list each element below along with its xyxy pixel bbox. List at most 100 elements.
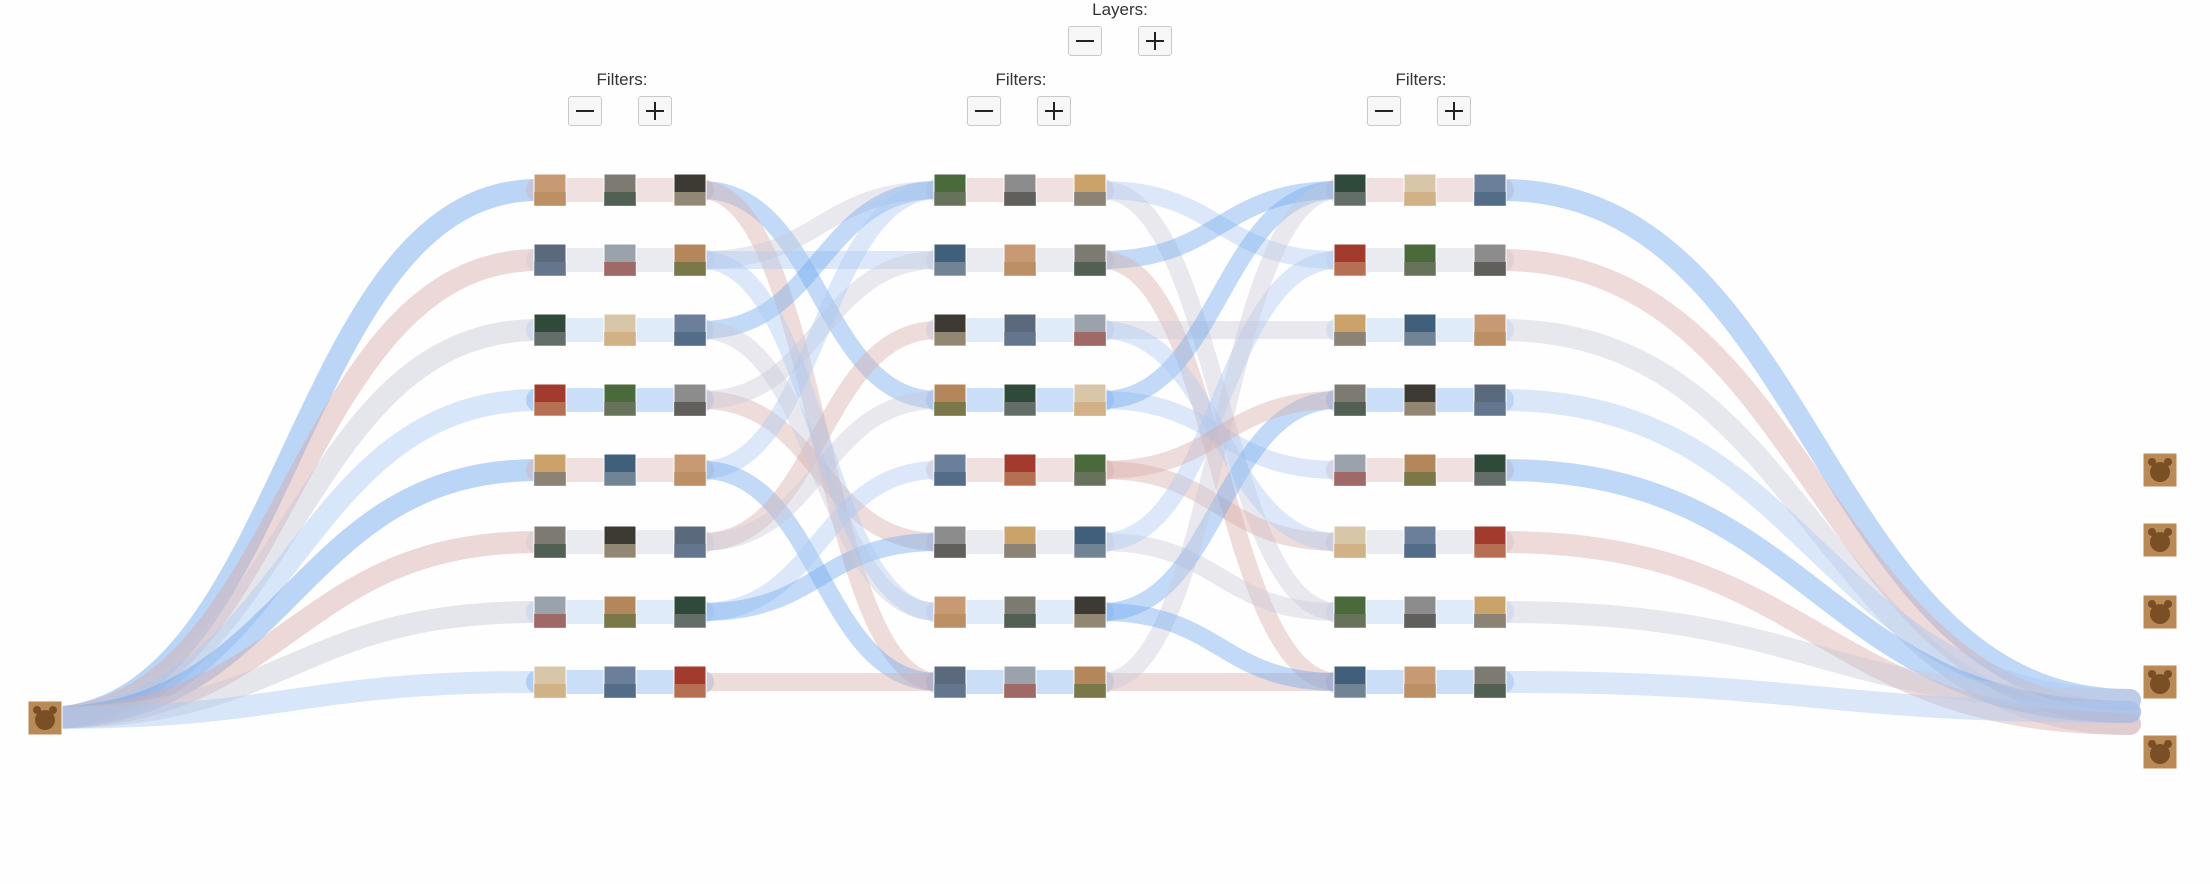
cnn-flow-visualization: Layers: Filters: Filters: Filters:: [0, 0, 2210, 884]
filter-thumbnail[interactable]: [1473, 525, 1507, 559]
filter-thumbnail[interactable]: [673, 243, 707, 277]
filter-thumbnail[interactable]: [933, 665, 967, 699]
filter-thumbnail[interactable]: [1333, 313, 1367, 347]
layers-add-button[interactable]: [1138, 26, 1172, 56]
layers-remove-button[interactable]: [1068, 26, 1102, 56]
filters-add-button[interactable]: [638, 96, 672, 126]
filter-thumbnail[interactable]: [533, 525, 567, 559]
filter-thumbnail[interactable]: [1003, 665, 1037, 699]
filter-thumbnail[interactable]: [533, 243, 567, 277]
filter-thumbnail[interactable]: [1333, 383, 1367, 417]
filter-thumbnail[interactable]: [603, 313, 637, 347]
filter-thumbnail[interactable]: [603, 243, 637, 277]
filter-thumbnail[interactable]: [1403, 313, 1437, 347]
filter-thumbnail[interactable]: [1073, 453, 1107, 487]
filters-remove-button[interactable]: [568, 96, 602, 126]
filter-thumbnail[interactable]: [933, 243, 967, 277]
filter-thumbnail[interactable]: [1403, 243, 1437, 277]
filters-control-layer-1: Filters:: [562, 70, 682, 130]
filter-thumbnail[interactable]: [533, 313, 567, 347]
filter-thumbnail[interactable]: [673, 173, 707, 207]
layers-control: Layers:: [1060, 0, 1180, 60]
filter-thumbnail[interactable]: [1403, 173, 1437, 207]
filter-thumbnail[interactable]: [1473, 383, 1507, 417]
filter-thumbnail[interactable]: [1473, 313, 1507, 347]
filter-thumbnail[interactable]: [673, 595, 707, 629]
filter-thumbnail[interactable]: [1473, 453, 1507, 487]
filter-thumbnail[interactable]: [1473, 243, 1507, 277]
filter-thumbnail[interactable]: [1003, 383, 1037, 417]
filter-thumbnail[interactable]: [1473, 595, 1507, 629]
filter-thumbnail[interactable]: [673, 313, 707, 347]
filter-thumbnail[interactable]: [533, 665, 567, 699]
filter-thumbnail[interactable]: [933, 525, 967, 559]
filter-thumbnail[interactable]: [1473, 665, 1507, 699]
filter-thumbnail[interactable]: [1073, 525, 1107, 559]
filter-thumbnail[interactable]: [1473, 173, 1507, 207]
filters-remove-button[interactable]: [1367, 96, 1401, 126]
filter-thumbnail[interactable]: [1403, 383, 1437, 417]
filter-thumbnail[interactable]: [1073, 243, 1107, 277]
filter-thumbnail[interactable]: [933, 173, 967, 207]
filter-thumbnail[interactable]: [603, 525, 637, 559]
filter-thumbnail[interactable]: [1073, 173, 1107, 207]
filter-thumbnail[interactable]: [1073, 595, 1107, 629]
filters-control-layer-2: Filters:: [961, 70, 1081, 130]
filter-thumbnail[interactable]: [533, 173, 567, 207]
filter-thumbnail[interactable]: [533, 453, 567, 487]
filter-thumbnail[interactable]: [1003, 595, 1037, 629]
filter-thumbnail[interactable]: [533, 383, 567, 417]
output-image: [2142, 664, 2178, 700]
filters-add-button[interactable]: [1037, 96, 1071, 126]
filter-thumbnail[interactable]: [1333, 595, 1367, 629]
thumbnails: [27, 173, 2178, 770]
minus-icon: [576, 110, 594, 112]
filters-label: Filters:: [1395, 70, 1447, 89]
filters-add-button[interactable]: [1437, 96, 1471, 126]
filter-thumbnail[interactable]: [1073, 665, 1107, 699]
filter-thumbnail[interactable]: [1333, 173, 1367, 207]
filter-thumbnail[interactable]: [673, 665, 707, 699]
filter-thumbnail[interactable]: [1403, 665, 1437, 699]
input-image: [27, 700, 63, 736]
filter-thumbnail[interactable]: [1333, 525, 1367, 559]
filter-thumbnail[interactable]: [1403, 453, 1437, 487]
output-image: [2142, 452, 2178, 488]
filter-thumbnail[interactable]: [1003, 243, 1037, 277]
filter-thumbnail[interactable]: [533, 595, 567, 629]
filter-thumbnail[interactable]: [673, 453, 707, 487]
filter-thumbnail[interactable]: [1003, 525, 1037, 559]
output-image: [2142, 594, 2178, 630]
filters-remove-button[interactable]: [967, 96, 1001, 126]
filter-thumbnail[interactable]: [1403, 525, 1437, 559]
filter-thumbnail[interactable]: [1403, 595, 1437, 629]
filter-thumbnail[interactable]: [673, 383, 707, 417]
filter-thumbnail[interactable]: [933, 595, 967, 629]
minus-icon: [1076, 40, 1094, 42]
filter-thumbnail[interactable]: [933, 313, 967, 347]
filter-thumbnail[interactable]: [1003, 313, 1037, 347]
output-image: [2142, 522, 2178, 558]
filter-thumbnail[interactable]: [603, 595, 637, 629]
filter-thumbnail[interactable]: [603, 173, 637, 207]
filter-thumbnail[interactable]: [1003, 453, 1037, 487]
filter-thumbnail[interactable]: [1073, 313, 1107, 347]
filter-thumbnail[interactable]: [603, 665, 637, 699]
filter-thumbnail[interactable]: [933, 453, 967, 487]
filters-label: Filters:: [596, 70, 648, 89]
flow-diagram: [27, 173, 2178, 770]
filter-thumbnail[interactable]: [1073, 383, 1107, 417]
filter-thumbnail[interactable]: [673, 525, 707, 559]
output-image: [2142, 734, 2178, 770]
filter-thumbnail[interactable]: [1003, 173, 1037, 207]
minus-icon: [1375, 110, 1393, 112]
minus-icon: [975, 110, 993, 112]
layers-label: Layers:: [1092, 0, 1148, 19]
filter-thumbnail[interactable]: [603, 383, 637, 417]
filter-thumbnail[interactable]: [1333, 453, 1367, 487]
filter-thumbnail[interactable]: [603, 453, 637, 487]
filter-thumbnail[interactable]: [1333, 243, 1367, 277]
filters-control-layer-3: Filters:: [1361, 70, 1481, 130]
filter-thumbnail[interactable]: [933, 383, 967, 417]
filter-thumbnail[interactable]: [1333, 665, 1367, 699]
